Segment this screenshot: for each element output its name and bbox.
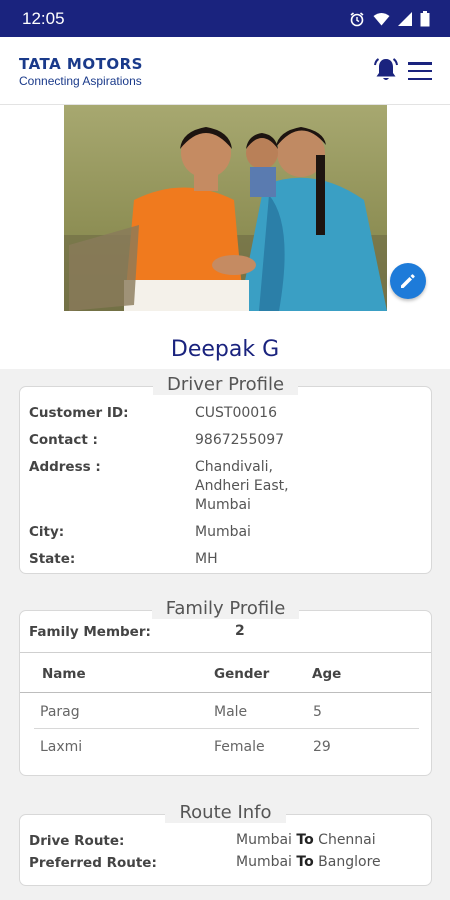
- city-value: Mumbai: [195, 524, 251, 540]
- table-cell-age: 29: [313, 739, 331, 755]
- column-header-name: Name: [42, 666, 86, 682]
- wifi-icon: [373, 12, 390, 25]
- driver-profile-title-wrap: Driver Profile: [20, 374, 431, 395]
- notification-button[interactable]: [372, 56, 400, 89]
- route-info-title-wrap: Route Info: [20, 802, 431, 823]
- address-line: Mumbai: [195, 497, 251, 513]
- state-value: MH: [195, 551, 218, 567]
- table-cell-age: 5: [313, 704, 322, 720]
- signal-icon: [398, 11, 412, 26]
- preferred-route-to: Banglore: [318, 854, 381, 870]
- address-line: Andheri East,: [195, 478, 289, 494]
- brand-logo: TATA MOTORS Connecting Aspirations: [19, 55, 143, 88]
- route-info-card: Route Info Drive Route: Mumbai To Chenna…: [19, 802, 432, 886]
- profile-name: Deepak G: [170, 337, 280, 362]
- drive-route-label: Drive Route:: [29, 833, 125, 849]
- divider: [34, 728, 419, 729]
- route-info-title: Route Info: [165, 802, 286, 823]
- drive-route-to: Chennai: [318, 832, 376, 848]
- customer-id-value: CUST00016: [195, 405, 277, 421]
- status-time: 12:05: [22, 8, 65, 28]
- address-value: Chandivali, Andheri East, Mumbai: [195, 458, 289, 515]
- table-cell-name: Parag: [40, 704, 80, 720]
- status-bar: 12:05: [0, 0, 450, 37]
- family-member-count: 2: [235, 623, 245, 639]
- drive-route-value: Mumbai To Chennai: [236, 832, 376, 848]
- state-label: State:: [29, 551, 76, 567]
- preferred-route-label: Preferred Route:: [29, 855, 157, 871]
- customer-id-label: Customer ID:: [29, 405, 129, 421]
- family-profile-title: Family Profile: [151, 598, 300, 619]
- divider: [20, 652, 431, 653]
- edit-pencil-icon: [401, 274, 415, 288]
- family-profile-title-wrap: Family Profile: [20, 598, 431, 619]
- preferred-route-value: Mumbai To Banglore: [236, 854, 381, 870]
- edit-profile-button[interactable]: [390, 263, 426, 299]
- family-member-label: Family Member:: [29, 624, 151, 640]
- bell-icon: [374, 58, 398, 80]
- menu-button[interactable]: [408, 62, 432, 80]
- route-to-word: To: [296, 832, 314, 848]
- profile-photo: [64, 105, 387, 311]
- table-cell-gender: Female: [214, 739, 265, 755]
- route-to-word: To: [296, 854, 314, 870]
- status-icons: [349, 10, 430, 27]
- preferred-route-from: Mumbai: [236, 854, 292, 870]
- profile-header: Deepak G: [0, 105, 450, 369]
- address-line: Chandivali,: [195, 459, 273, 475]
- divider: [20, 692, 431, 693]
- city-label: City:: [29, 524, 65, 540]
- table-cell-name: Laxmi: [40, 739, 83, 755]
- alarm-icon: [350, 11, 364, 26]
- table-cell-gender: Male: [214, 704, 248, 720]
- contact-label: Contact :: [29, 432, 98, 448]
- address-label: Address :: [29, 459, 101, 475]
- family-profile-card: Family Profile Family Member: 2 Name Gen…: [19, 598, 432, 776]
- brand-name: TATA MOTORS: [19, 55, 143, 73]
- menu-icon: [408, 62, 432, 65]
- brand-tagline: Connecting Aspirations: [19, 74, 142, 88]
- drive-route-from: Mumbai: [236, 832, 292, 848]
- column-header-gender: Gender: [214, 666, 270, 682]
- menu-icon-bar: [408, 77, 432, 80]
- app-bar: TATA MOTORS Connecting Aspirations: [0, 37, 450, 105]
- driver-profile-title: Driver Profile: [152, 374, 299, 395]
- driver-profile-card: Driver Profile Customer ID: CUST00016 Co…: [19, 374, 432, 574]
- column-header-age: Age: [312, 666, 342, 682]
- contact-value: 9867255097: [195, 432, 285, 448]
- menu-icon-bar: [408, 69, 432, 73]
- battery-icon: [420, 10, 430, 26]
